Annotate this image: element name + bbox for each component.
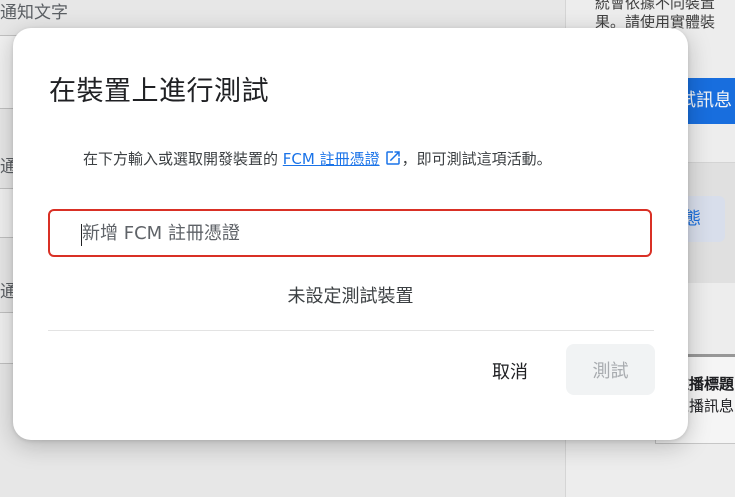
test-on-device-dialog: 在裝置上進行測試 在下方輸入或選取開發裝置的 FCM 註冊憑證 ，即可測試這項活動… bbox=[13, 28, 688, 440]
fcm-token-link-text: FCM 註冊憑證 bbox=[282, 150, 380, 168]
dialog-description: 在下方輸入或選取開發裝置的 FCM 註冊憑證 ，即可測試這項活動。 bbox=[83, 148, 552, 171]
dialog-title: 在裝置上進行測試 bbox=[49, 76, 269, 107]
fcm-token-input[interactable] bbox=[48, 209, 652, 257]
cancel-button[interactable]: 取消 bbox=[475, 346, 545, 396]
description-suffix: ，即可測試這項活動。 bbox=[401, 150, 552, 168]
description-prefix: 在下方輸入或選取開發裝置的 bbox=[83, 150, 283, 168]
text-cursor bbox=[81, 224, 82, 246]
test-button[interactable]: 測試 bbox=[566, 344, 655, 395]
fcm-token-help-link[interactable]: FCM 註冊憑證 bbox=[283, 150, 402, 168]
no-test-devices-message: 未設定測試裝置 bbox=[287, 286, 414, 307]
open-in-new-icon bbox=[384, 149, 402, 171]
dialog-divider bbox=[48, 330, 654, 331]
